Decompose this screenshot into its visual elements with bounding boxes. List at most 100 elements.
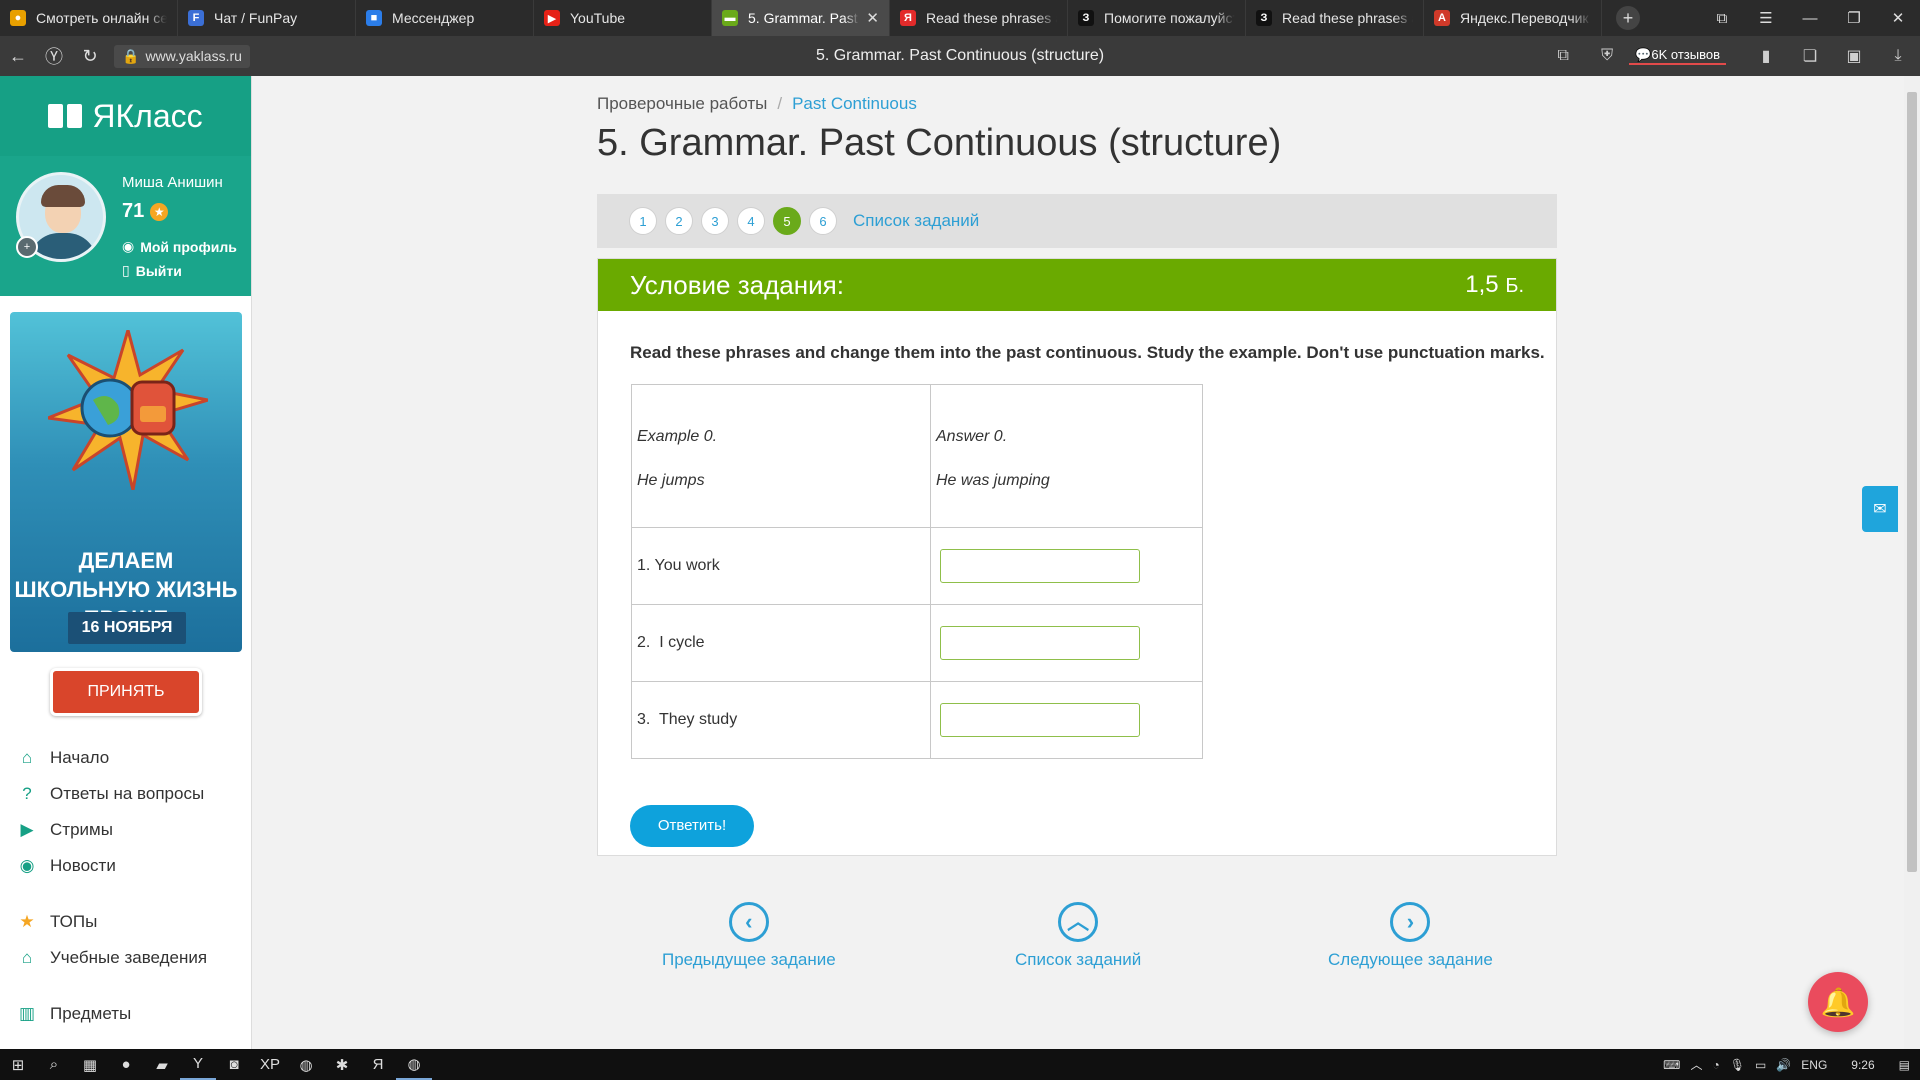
my-profile-label: Мой профиль	[140, 238, 237, 255]
step-2[interactable]: 2	[665, 207, 693, 235]
prev-task-link[interactable]: ‹ Предыдущее задание	[662, 902, 836, 970]
new-tab-button[interactable]: +	[1616, 6, 1640, 30]
logo-text: ЯКласс	[92, 97, 203, 134]
task-view-icon[interactable]: ▦	[72, 1049, 108, 1080]
user-name[interactable]: Миша Анишин	[122, 174, 223, 191]
table-row: 3. They study	[631, 681, 1203, 759]
lock-icon: 🔒	[122, 47, 140, 64]
sidebar-item[interactable]: ? Ответы на вопросы	[16, 776, 246, 812]
search-icon[interactable]: ⌕	[36, 1049, 72, 1080]
sidebar-item[interactable]: ⌂ Начало	[16, 740, 246, 776]
scrollbar[interactable]	[1904, 76, 1920, 1049]
my-profile-link[interactable]: ◉ Мой профиль	[122, 238, 237, 255]
breadcrumb-current[interactable]: Past Continuous	[792, 94, 917, 113]
language-indicator[interactable]: ENG	[1801, 1058, 1827, 1072]
wifi-icon[interactable]: ▭	[1755, 1058, 1766, 1072]
collections-icon[interactable]: ❏	[1788, 46, 1832, 66]
copy-icon[interactable]: ⧉	[1541, 47, 1585, 65]
game-app-icon[interactable]: ✱	[324, 1049, 360, 1080]
reviews-badge[interactable]: 💬6K отзывов	[1629, 47, 1726, 65]
protect-icon[interactable]: ⛨	[1585, 47, 1629, 65]
sidebar-item[interactable]: ⌂ Учебные заведения	[16, 940, 246, 976]
yandex-button[interactable]: Ⓨ	[36, 43, 72, 69]
discord-icon[interactable]: ◙	[216, 1049, 252, 1080]
notification-bell-icon[interactable]: 🔔	[1808, 972, 1868, 1032]
maximize-button[interactable]: ❐	[1832, 9, 1876, 27]
tab-favicon-icon: ●	[10, 10, 26, 26]
tab-title: Смотреть онлайн сери	[36, 10, 167, 26]
browser-tab[interactable]: З Read these phrases and	[1246, 0, 1424, 36]
microphone-icon[interactable]: 🎙	[1730, 1058, 1745, 1072]
answer-cell	[930, 604, 1203, 682]
reload-button[interactable]: ↻	[72, 46, 108, 67]
promo-banner[interactable]: ДЕЛАЕМ ШКОЛЬНУЮ ЖИЗНЬ ПРОЩЕ 16 НОЯБРЯ	[10, 312, 242, 652]
windows-start-icon[interactable]: ⊞	[0, 1049, 36, 1080]
sidebar-item[interactable]: ▥ Предметы	[16, 996, 246, 1032]
reviews-label: 6K отзывов	[1651, 47, 1720, 62]
tab-title: YouTube	[570, 10, 626, 26]
browser-tab[interactable]: Я Read these phrases and	[890, 0, 1068, 36]
menu-icon[interactable]: ☰	[1744, 9, 1788, 27]
scrollbar-thumb[interactable]	[1907, 92, 1917, 872]
answer-input-2[interactable]	[940, 626, 1140, 660]
step-4[interactable]: 4	[737, 207, 765, 235]
example-label: Example 0.	[637, 428, 718, 445]
network-icon[interactable]: ◔	[1713, 1058, 1720, 1072]
folder-icon[interactable]: ▰	[144, 1049, 180, 1080]
breadcrumb-root[interactable]: Проверочные работы	[597, 94, 767, 113]
join-button[interactable]: ПРИНЯТЬ УЧАСТИЕ	[50, 668, 202, 742]
feedback-mail-icon[interactable]: ✉	[1862, 486, 1898, 532]
sidebar-item[interactable]: ▶ Стримы	[16, 812, 246, 848]
close-window-button[interactable]: ✕	[1876, 9, 1920, 27]
yandex-browser-icon[interactable]: Y	[180, 1049, 216, 1080]
browser-tab[interactable]: ▬ 5. Grammar. Past Co ✕	[712, 0, 890, 36]
bookmark-icon[interactable]: ▮	[1744, 46, 1788, 66]
download-icon[interactable]: ⤓	[1876, 47, 1920, 65]
site-logo[interactable]: ЯКласс	[0, 76, 251, 156]
url-field[interactable]: 🔒 www.yaklass.ru	[114, 44, 250, 68]
url-text: www.yaklass.ru	[145, 48, 242, 64]
minimize-button[interactable]: —	[1788, 10, 1832, 27]
keyboard-icon[interactable]: ⌨	[1663, 1058, 1680, 1072]
sidebar-item-label: Учебные заведения	[50, 948, 208, 967]
xp-app-icon[interactable]: XP	[252, 1049, 288, 1080]
browser-tab[interactable]: ■ Мессенджер	[356, 0, 534, 36]
answer-input-1[interactable]	[940, 549, 1140, 583]
back-button[interactable]: ←	[0, 46, 36, 67]
points-unit: Б.	[1505, 275, 1524, 297]
clock[interactable]: 9:26	[1851, 1058, 1874, 1072]
close-tab-icon[interactable]: ✕	[866, 9, 879, 27]
add-friend-icon[interactable]: +	[16, 236, 38, 258]
next-task-link[interactable]: › Следующее задание	[1328, 902, 1493, 970]
answer-input-3[interactable]	[940, 703, 1140, 737]
browser-tab[interactable]: A Яндекс.Переводчик –	[1424, 0, 1602, 36]
browser-tab[interactable]: З Помогите пожалуйста	[1068, 0, 1246, 36]
news-icon: ◉	[19, 856, 35, 875]
tasks-list-link[interactable]: Список заданий	[853, 211, 979, 231]
sidebar-item[interactable]: ◉ Новости	[16, 848, 246, 884]
step-3[interactable]: 3	[701, 207, 729, 235]
steam-running-icon[interactable]: ◍	[396, 1049, 432, 1080]
notifications-icon[interactable]: ▤	[1899, 1058, 1910, 1072]
app-icon[interactable]: ●	[108, 1049, 144, 1080]
answer-phrase: He was jumping	[936, 472, 1050, 489]
user-panel: + Миша Анишин 71 ★ ◉ Мой профиль ▯ Выйти	[0, 156, 251, 296]
yandex-icon[interactable]: Я	[360, 1049, 396, 1080]
chevron-right-icon: ›	[1390, 902, 1431, 942]
sync-icon[interactable]: ▣	[1832, 46, 1876, 66]
step-6[interactable]: 6	[809, 207, 837, 235]
browser-tab[interactable]: ▶ YouTube	[534, 0, 712, 36]
task-list-link[interactable]: ︿ Список заданий	[1015, 902, 1141, 970]
tray-expand-icon[interactable]: ︿	[1690, 1056, 1702, 1073]
browser-tab[interactable]: F Чат / FunPay	[178, 0, 356, 36]
step-1[interactable]: 1	[629, 207, 657, 235]
sidebar-item[interactable]: ★ ТОПы	[16, 904, 246, 940]
volume-icon[interactable]: 🔊	[1776, 1058, 1791, 1072]
tabs-menu-icon[interactable]: ⧉	[1700, 10, 1744, 27]
logout-link[interactable]: ▯ Выйти	[122, 262, 182, 279]
tab-favicon-icon: ■	[366, 10, 382, 26]
browser-tab[interactable]: ● Смотреть онлайн сери	[0, 0, 178, 36]
steam-icon[interactable]: ◍	[288, 1049, 324, 1080]
submit-answer-button[interactable]: Ответить!	[630, 805, 754, 847]
step-5[interactable]: 5	[773, 207, 801, 235]
